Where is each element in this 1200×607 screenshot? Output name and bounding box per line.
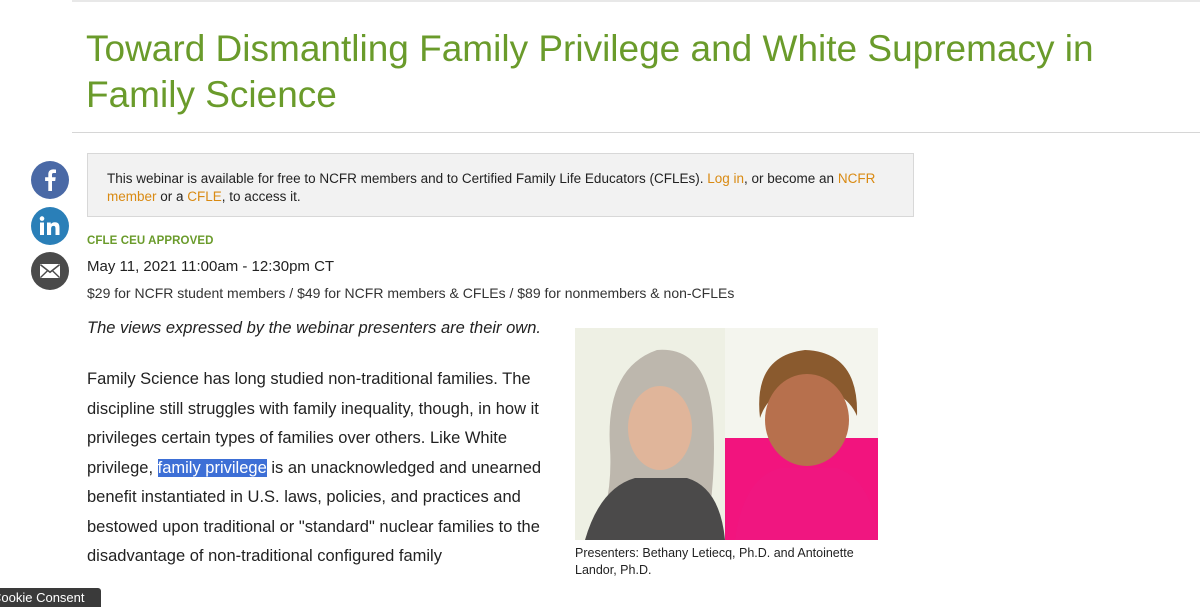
- description-paragraph: Family Science has long studied non-trad…: [87, 365, 547, 572]
- title-divider: [72, 132, 1200, 133]
- cfle-link[interactable]: CFLE: [187, 189, 222, 204]
- notice-text: , or become an: [744, 171, 838, 186]
- selected-text[interactable]: family privilege: [157, 458, 267, 477]
- facebook-share-button[interactable]: [31, 161, 69, 199]
- event-pricing: $29 for NCFR student members / $49 for N…: [87, 285, 735, 301]
- disclaimer: The views expressed by the webinar prese…: [87, 319, 541, 337]
- email-share-button[interactable]: [31, 252, 69, 290]
- access-notice: This webinar is available for free to NC…: [87, 153, 914, 217]
- facebook-icon: [45, 169, 56, 191]
- cookie-consent-button[interactable]: Cookie Consent: [0, 588, 101, 607]
- linkedin-share-button[interactable]: [31, 207, 69, 245]
- notice-text: This webinar is available for free to NC…: [107, 171, 708, 186]
- ceu-badge: CFLE CEU APPROVED: [87, 235, 214, 247]
- login-link[interactable]: Log in: [707, 171, 744, 186]
- envelope-icon: [40, 264, 60, 279]
- event-date: May 11, 2021 11:00am - 12:30pm CT: [87, 258, 335, 275]
- photo-caption: Presenters: Bethany Letiecq, Ph.D. and A…: [575, 546, 854, 577]
- page-title: Toward Dismantling Family Privilege and …: [86, 28, 1094, 115]
- top-divider: [72, 0, 1200, 2]
- cookie-consent-label: Cookie Consent: [0, 590, 85, 605]
- linkedin-icon: [39, 216, 60, 235]
- notice-text: or a: [156, 189, 188, 204]
- presenters-photo: [575, 328, 878, 540]
- notice-text: , to access it.: [221, 189, 301, 204]
